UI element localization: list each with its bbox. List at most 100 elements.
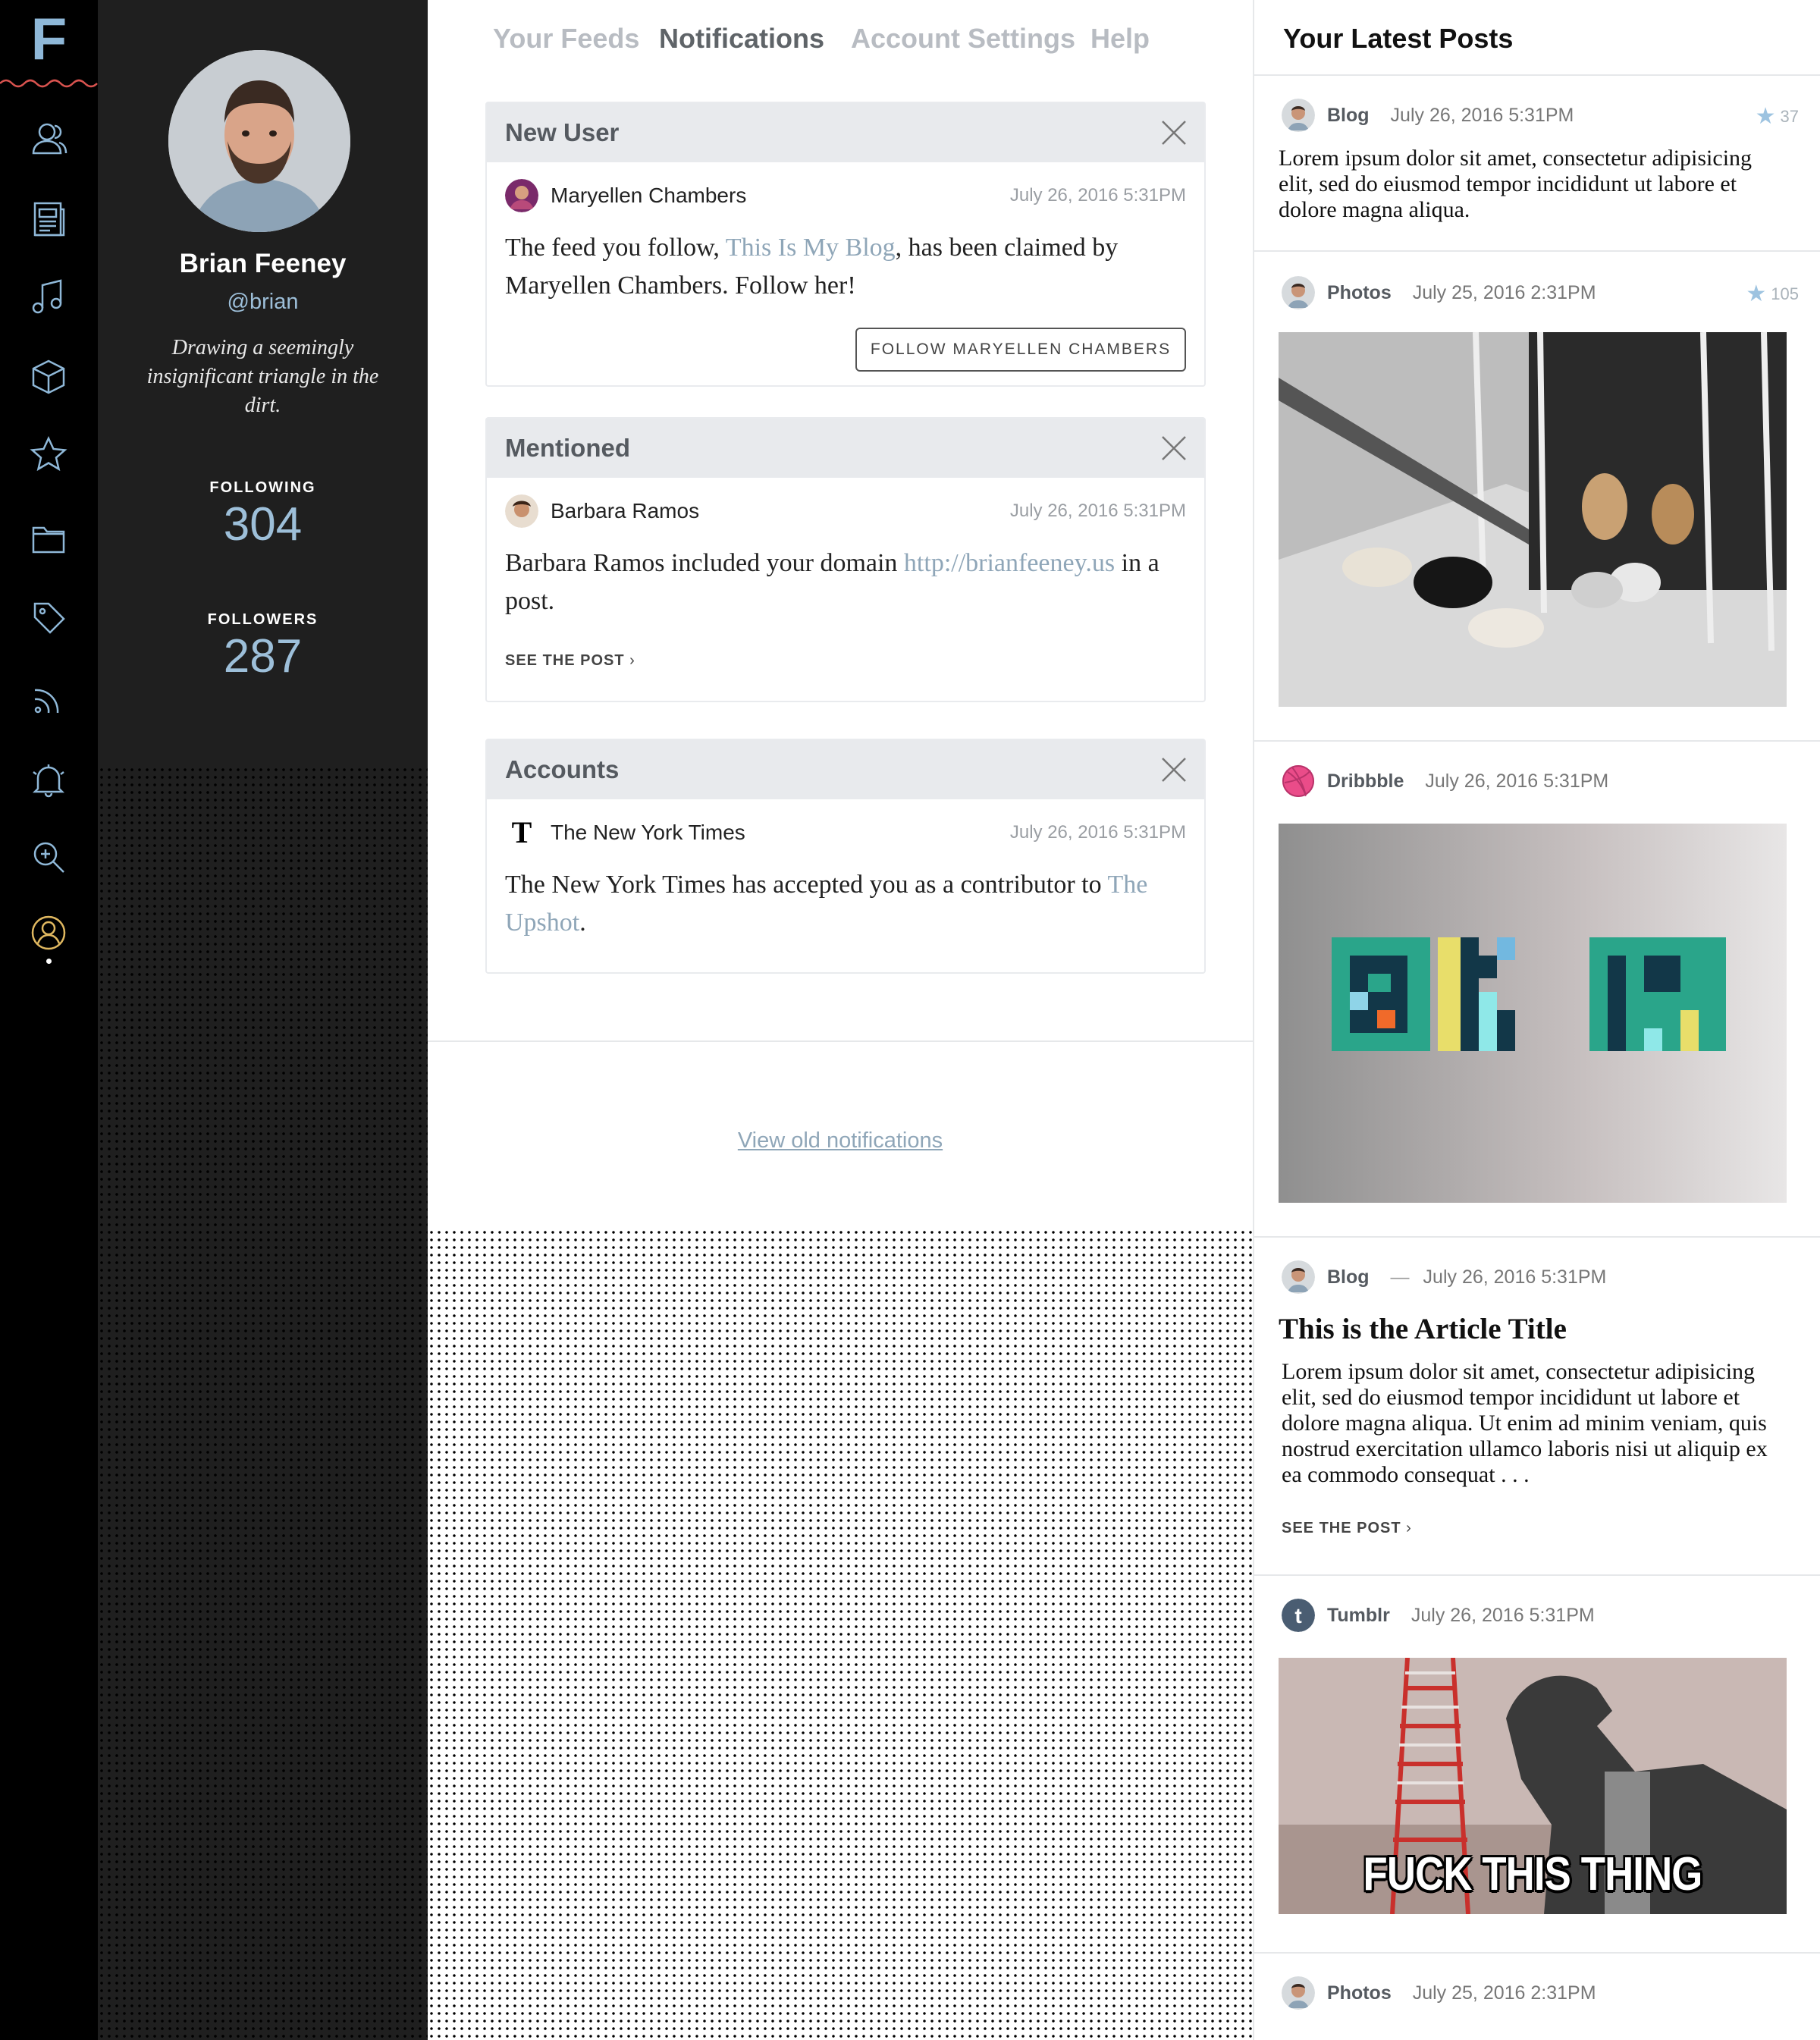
tag-icon[interactable] bbox=[26, 595, 71, 640]
avatar[interactable] bbox=[1282, 1260, 1315, 1294]
user-name: The New York Times bbox=[551, 821, 745, 844]
news-icon[interactable] bbox=[26, 196, 71, 241]
following-label: FOLLOWING bbox=[209, 479, 316, 496]
profile-icon[interactable] bbox=[26, 910, 71, 956]
latest-posts-panel: Your Latest Posts Blog July 26, 2016 5:3… bbox=[1253, 0, 1820, 2040]
divider bbox=[1254, 1952, 1820, 1954]
avatar bbox=[505, 494, 538, 528]
post-excerpt: Lorem ipsum dolor sit amet, consectetur … bbox=[1282, 1359, 1768, 1487]
post-image-dkm-pixel-art[interactable] bbox=[1279, 824, 1787, 1203]
close-icon[interactable] bbox=[1160, 435, 1188, 462]
following-count[interactable]: 304 bbox=[98, 497, 428, 551]
folder-icon[interactable] bbox=[26, 516, 71, 561]
star-icon[interactable] bbox=[26, 432, 71, 478]
card-heading: New User bbox=[505, 118, 620, 146]
post-date: July 26, 2016 5:31PM bbox=[1423, 1266, 1607, 1288]
post-source[interactable]: Blog bbox=[1327, 105, 1370, 127]
post-source[interactable]: Blog bbox=[1327, 1266, 1370, 1288]
followers-count[interactable]: 287 bbox=[98, 629, 428, 683]
svg-text:t: t bbox=[1294, 1604, 1301, 1627]
see-the-post-link[interactable]: SEE THE POST › bbox=[505, 652, 635, 670]
profile-name: Brian Feeney bbox=[179, 249, 347, 278]
post-date: July 25, 2016 2:31PM bbox=[1412, 1982, 1596, 2004]
view-old-notifications-link[interactable]: View old notifications bbox=[428, 1128, 1253, 1153]
divider bbox=[428, 1040, 1253, 1042]
search-zoom-icon[interactable] bbox=[26, 834, 71, 880]
separator-dash: — bbox=[1390, 1266, 1410, 1288]
notification-user[interactable]: Barbara Ramos bbox=[505, 494, 699, 528]
card-heading: Accounts bbox=[505, 755, 620, 783]
star-count[interactable]: ★ 105 bbox=[1746, 281, 1799, 307]
icon-rail: F bbox=[0, 0, 98, 2040]
tab-account-settings[interactable]: Account Settings bbox=[851, 23, 1075, 55]
latest-posts-title: Your Latest Posts bbox=[1283, 23, 1514, 54]
notification-user[interactable]: Maryellen Chambers bbox=[505, 179, 746, 212]
close-icon[interactable] bbox=[1160, 756, 1188, 783]
notification-card-accounts: Accounts T The New York Times July 26, 2… bbox=[485, 739, 1206, 974]
active-indicator-dot bbox=[46, 959, 52, 964]
divider bbox=[1254, 1574, 1820, 1576]
post-date: July 26, 2016 5:31PM bbox=[1425, 770, 1609, 792]
box-icon[interactable] bbox=[26, 353, 71, 399]
post-source[interactable]: Tumblr bbox=[1327, 1605, 1390, 1627]
rss-icon[interactable] bbox=[26, 676, 71, 722]
avatar bbox=[505, 179, 538, 212]
avatar[interactable] bbox=[1282, 276, 1315, 309]
notification-date: July 26, 2016 5:31PM bbox=[1009, 501, 1186, 521]
article-title[interactable]: This is the Article Title bbox=[1279, 1312, 1567, 1346]
bell-icon[interactable] bbox=[26, 757, 71, 802]
avatar[interactable] bbox=[1282, 1976, 1315, 2010]
divider bbox=[1254, 740, 1820, 742]
tab-your-feeds[interactable]: Your Feeds bbox=[493, 23, 639, 55]
followers-label: FOLLOWERS bbox=[207, 611, 318, 628]
nyt-logo-icon: T bbox=[505, 816, 538, 849]
notification-card-new-user: New User Maryellen Chambers July 26, 201… bbox=[485, 102, 1206, 387]
post-source[interactable]: Photos bbox=[1327, 1982, 1392, 2004]
close-icon[interactable] bbox=[1160, 119, 1188, 146]
avatar[interactable] bbox=[1282, 99, 1315, 132]
card-header: New User bbox=[487, 103, 1204, 162]
notification-card-mentioned: Mentioned Barbara Ramos July 26, 2016 5:… bbox=[485, 417, 1206, 702]
post-date: July 26, 2016 5:31PM bbox=[1410, 1604, 1595, 1626]
post-source[interactable]: Dribbble bbox=[1327, 770, 1404, 792]
chevron-right-icon: › bbox=[1406, 1520, 1412, 1536]
tab-notifications[interactable]: Notifications bbox=[659, 23, 824, 55]
follow-button[interactable]: FOLLOW MARYELLEN CHAMBERS bbox=[855, 328, 1186, 372]
notification-user[interactable]: T The New York Times bbox=[505, 816, 745, 849]
post-image-godzilla-gif[interactable]: FUCK THIS THING bbox=[1279, 1658, 1787, 1914]
tumblr-icon[interactable]: t bbox=[1282, 1599, 1315, 1632]
profile-handle[interactable]: @brian bbox=[98, 290, 428, 315]
feed-link[interactable]: This Is My Blog bbox=[726, 234, 896, 262]
domain-link[interactable]: http://brianfeeney.us bbox=[904, 549, 1115, 577]
divider bbox=[1254, 1236, 1820, 1238]
user-name: Barbara Ramos bbox=[551, 499, 700, 523]
post-excerpt: Lorem ipsum dolor sit amet, consectetur … bbox=[1279, 146, 1753, 222]
notifications-panel: Your Feeds Notifications Account Setting… bbox=[428, 0, 1253, 2040]
notification-text: Barbara Ramos included your domain http:… bbox=[505, 549, 1159, 615]
see-the-post-link[interactable]: SEE THE POST › bbox=[1282, 1520, 1412, 1537]
post-date: July 25, 2016 2:31PM bbox=[1412, 281, 1596, 303]
chevron-right-icon: › bbox=[629, 652, 635, 669]
post-photo-dogs[interactable] bbox=[1279, 332, 1787, 707]
gif-caption: FUCK THIS THING bbox=[1363, 1848, 1703, 1900]
star-count[interactable]: ★ 37 bbox=[1756, 103, 1799, 130]
post-meta: t Tumblr July 26, 2016 5:31PM bbox=[1282, 1599, 1595, 1632]
post-source[interactable]: Photos bbox=[1327, 282, 1392, 304]
profile-card: Brian Feeney @brian Drawing a seemingly … bbox=[98, 0, 428, 764]
profile-avatar[interactable] bbox=[168, 50, 350, 232]
dribbble-icon[interactable] bbox=[1282, 764, 1315, 798]
user-name: Maryellen Chambers bbox=[551, 184, 747, 207]
notification-text: The New York Times has accepted you as a… bbox=[505, 871, 1148, 937]
tab-help[interactable]: Help bbox=[1090, 23, 1150, 55]
post-meta: Blog — July 26, 2016 5:31PM bbox=[1282, 1260, 1606, 1294]
profile-bio: Drawing a seemingly insignificant triang… bbox=[146, 336, 379, 417]
notifications-content: Your Feeds Notifications Account Setting… bbox=[428, 0, 1253, 1229]
music-icon[interactable] bbox=[26, 275, 71, 320]
card-header: Accounts bbox=[487, 740, 1204, 799]
notification-text: The feed you follow, This Is My Blog, ha… bbox=[505, 234, 1119, 300]
profile-panel: Brian Feeney @brian Drawing a seemingly … bbox=[98, 0, 428, 2040]
notification-date: July 26, 2016 5:31PM bbox=[1009, 822, 1186, 843]
star-filled-icon: ★ bbox=[1755, 104, 1776, 129]
users-icon[interactable] bbox=[26, 117, 71, 162]
card-heading: Mentioned bbox=[505, 434, 630, 462]
